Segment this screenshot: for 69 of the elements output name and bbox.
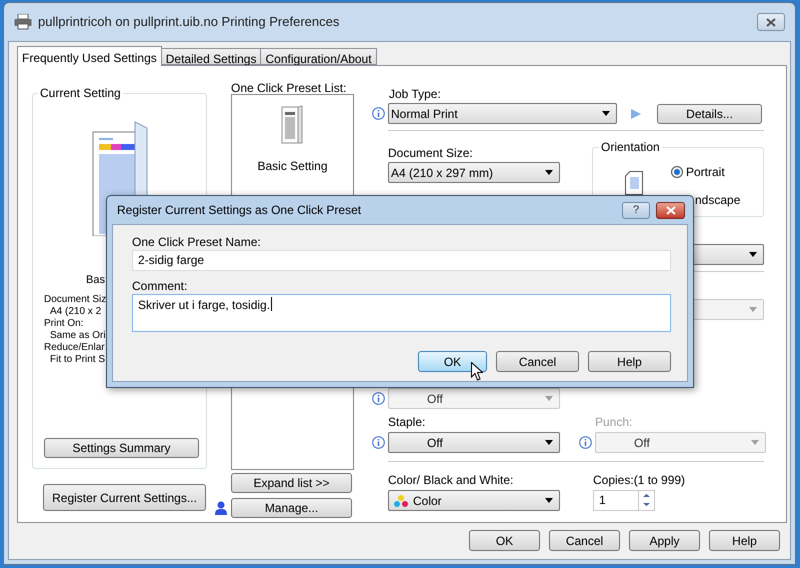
dialog-button[interactable]: OK — [469, 530, 540, 551]
caret-icon — [749, 252, 757, 257]
details-button[interactable]: Details... — [657, 104, 762, 124]
copies-spinner[interactable]: 1 — [593, 490, 655, 511]
printer-icon — [14, 14, 32, 30]
caret-icon — [749, 307, 757, 312]
setting-label: Document Siz — [44, 294, 106, 306]
window-title: pullprintricoh on pullprint.uib.no Printing Preferences — [38, 13, 340, 32]
tab[interactable]: Configuration/About — [260, 48, 377, 65]
info-icon — [372, 436, 385, 449]
caret-icon — [545, 396, 553, 401]
document-icon — [281, 105, 304, 145]
setting-value: Same as Ori — [49, 330, 106, 342]
info-icon — [372, 107, 385, 120]
caret-icon — [545, 498, 553, 503]
group-title: Current Setting — [38, 86, 123, 100]
field-label: Job Type: — [389, 87, 442, 101]
preset-name: Bas — [86, 273, 105, 288]
info-icon — [579, 436, 592, 449]
dialog-button[interactable]: Help — [588, 351, 671, 372]
preset-item[interactable]: Basic Setting — [253, 105, 332, 177]
field-label: Color/ Black and White: — [388, 473, 514, 487]
setting-value: Fit to Print S — [49, 354, 106, 366]
dropdown[interactable]: Color — [388, 490, 560, 511]
field-label: Comment: — [132, 279, 188, 293]
radio-label: ndscape — [695, 192, 740, 209]
field-label: One Click Preset Name: — [132, 235, 262, 249]
settings-summary-button[interactable]: Settings Summary — [44, 438, 199, 458]
dropdown[interactable]: A4 (210 x 297 mm) — [388, 162, 560, 183]
field-label: Copies:(1 to 999) — [593, 473, 686, 487]
close-button[interactable] — [656, 202, 685, 218]
dialog-button[interactable]: Help — [709, 530, 780, 551]
close-icon — [666, 206, 676, 214]
name-field[interactable]: 2-sidig farge — [132, 250, 671, 271]
caret-icon — [545, 170, 553, 175]
info-icon — [372, 392, 385, 405]
dialog-button[interactable]: OK — [418, 351, 487, 372]
caret-icon — [602, 111, 610, 116]
caret-icon — [751, 440, 759, 445]
setting-label: Print On: — [44, 318, 84, 330]
close-button[interactable] — [757, 13, 785, 31]
comment-field[interactable]: Skriver ut i farge, tosidig. — [132, 294, 671, 332]
dropdown[interactable]: Off — [388, 432, 560, 453]
dropdown[interactable]: Normal Print — [388, 103, 617, 124]
close-icon — [766, 18, 776, 26]
radio-label: Portrait — [686, 164, 725, 181]
radio-button[interactable] — [671, 166, 683, 178]
dialog-button[interactable]: Apply — [629, 530, 700, 551]
tab[interactable]: Frequently Used Settings — [17, 46, 162, 66]
mouse-pointer-icon — [471, 362, 483, 381]
field-label: Staple: — [388, 415, 426, 429]
field-label: Document Size: — [388, 146, 474, 160]
dialog-button[interactable]: Cancel — [549, 530, 620, 551]
person-icon — [215, 501, 227, 515]
manage-button[interactable]: Manage... — [231, 498, 352, 518]
expand-list-button[interactable]: Expand list >> — [231, 473, 352, 493]
help-button[interactable]: ? — [622, 202, 650, 218]
play-icon — [631, 108, 641, 118]
group-title: Orientation — [599, 140, 662, 154]
caret-icon — [545, 440, 553, 445]
dialog-button[interactable]: Cancel — [496, 351, 579, 372]
register-button[interactable]: Register Current Settings... — [43, 484, 206, 511]
setting-value: A4 (210 x 2 — [49, 306, 102, 318]
field-label: Punch: — [595, 415, 634, 429]
list-label: One Click Preset List: — [231, 81, 348, 95]
tab[interactable]: Detailed Settings — [160, 48, 262, 65]
setting-label: Reduce/Enlar — [44, 342, 105, 354]
dialog-title: Register Current Settings as One Click Preset — [117, 202, 362, 219]
color-dots-icon — [393, 494, 409, 508]
